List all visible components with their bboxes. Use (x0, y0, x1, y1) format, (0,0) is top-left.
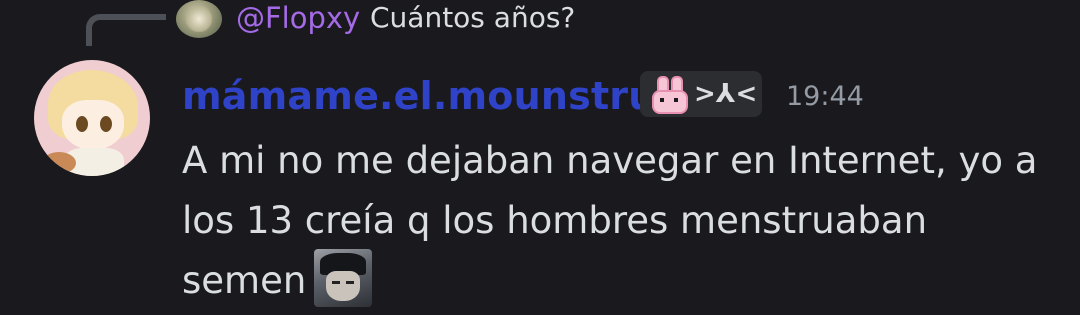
timestamp[interactable]: 19:44 (786, 79, 864, 115)
message-content: A mi no me dejaban navegar en Internet, … (182, 131, 1062, 311)
avatar-eye (100, 116, 112, 132)
reply-connector-line (86, 14, 166, 46)
avatar-eye (76, 116, 88, 132)
avatar-fish (42, 152, 76, 174)
avatar[interactable] (34, 60, 150, 176)
reply-avatar[interactable] (176, 0, 222, 38)
reply-preview-text[interactable]: Cuántos años? (370, 0, 575, 37)
message-line: semen (182, 259, 307, 302)
message-line-wrapper: semen (182, 248, 1062, 311)
bunny-icon (650, 76, 688, 114)
message-line: A mi no me dejaban navegar en Internet, … (182, 139, 1038, 182)
username[interactable]: mámame.el.mounstruo (182, 72, 682, 120)
reply-author[interactable]: @Flopxy (236, 0, 360, 37)
custom-emoji-icon[interactable] (314, 248, 373, 307)
server-tag[interactable]: >⅄< (640, 71, 762, 117)
server-tag-text: >⅄< (694, 79, 758, 109)
avatar-face (62, 100, 124, 150)
message-line: los 13 creía q los hombres menstruaban (182, 199, 928, 242)
